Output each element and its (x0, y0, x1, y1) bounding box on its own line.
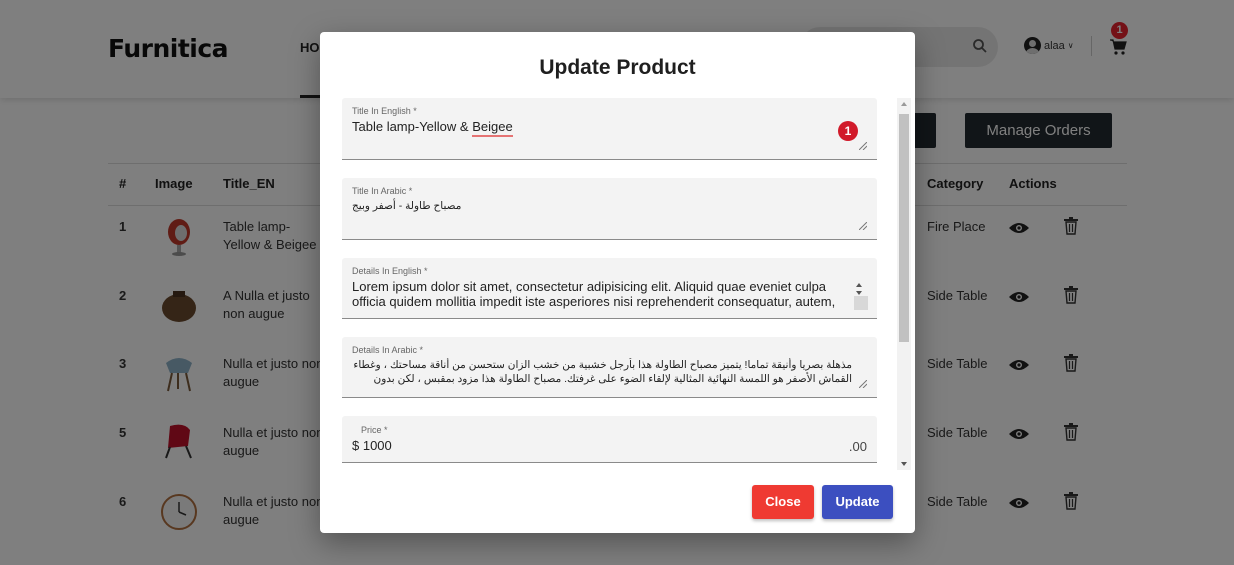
dialog-title: Update Product (539, 56, 696, 79)
scroll-arrows-icon[interactable] (855, 282, 863, 296)
resize-handle-icon[interactable] (859, 380, 867, 388)
details-arabic-input[interactable]: مذهلة بصريا وأنيقة تماما! يتميز مصباح ال… (352, 358, 852, 388)
scroll-down-arrow-icon[interactable] (901, 462, 907, 466)
title-arabic-field[interactable]: Title In Arabic * مصباح طاولة - أصفر وبي… (342, 178, 877, 240)
details-english-field[interactable]: Details In English * Lorem ipsum dolor s… (342, 258, 877, 319)
error-count-badge: 1 (838, 121, 858, 141)
scrollbar-thumb[interactable] (899, 114, 909, 342)
price-input[interactable]: $ 1000 (352, 438, 392, 453)
field-label: Price * (361, 425, 388, 435)
title-arabic-input[interactable]: مصباح طاولة - أصفر وبيج (352, 199, 472, 213)
title-english-input[interactable]: Table lamp-Yellow & Beigee (352, 119, 852, 137)
details-arabic-field[interactable]: Details In Arabic * مذهلة بصريا وأنيقة ت… (342, 337, 877, 398)
details-english-input[interactable]: Lorem ipsum dolor sit amet, consectetur … (352, 279, 842, 311)
field-label: Title In English * (352, 106, 417, 116)
close-button[interactable]: Close (752, 485, 814, 519)
update-product-dialog: Update Product Title In English * Table … (320, 32, 915, 533)
title-english-field[interactable]: Title In English * Table lamp-Yellow & B… (342, 98, 877, 160)
price-field[interactable]: Price * $ 1000 .00 (342, 416, 877, 463)
scroll-up-arrow-icon[interactable] (901, 102, 907, 106)
misspelled-word: Beigee (472, 119, 513, 137)
field-label: Details In Arabic * (352, 345, 424, 355)
update-button[interactable]: Update (822, 485, 893, 519)
resize-handle-icon[interactable] (859, 142, 867, 150)
dialog-form-scroll-area[interactable]: Title In English * Table lamp-Yellow & B… (342, 98, 911, 470)
resize-handle-icon[interactable] (854, 296, 868, 310)
price-decimal-suffix: .00 (848, 439, 867, 454)
form-scrollbar[interactable] (897, 98, 911, 470)
field-label: Title In Arabic * (352, 186, 413, 196)
title-english-text: Table lamp-Yellow & (352, 119, 473, 134)
resize-handle-icon[interactable] (859, 222, 867, 230)
field-label: Details In English * (352, 266, 428, 276)
